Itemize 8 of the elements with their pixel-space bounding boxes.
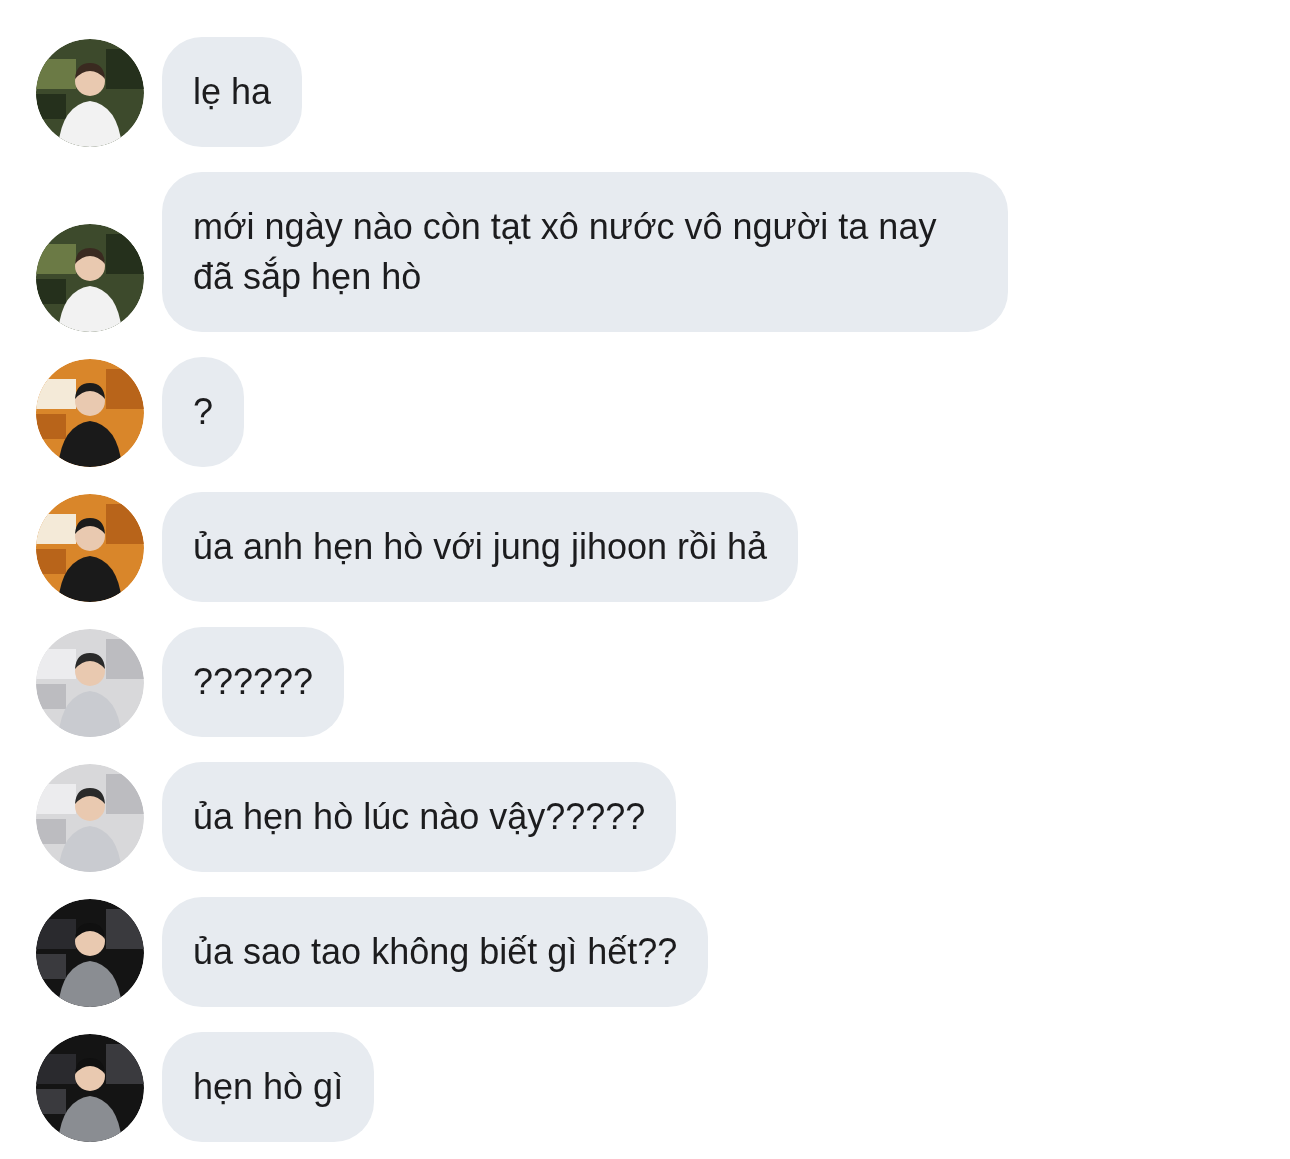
message-bubble: ? [162, 357, 245, 467]
message-bubble: ủa hẹn hò lúc nào vậy????? [162, 762, 677, 872]
message-bubble: mới ngày nào còn tạt xô nước vô người ta nay đã sắp hẹn hò [162, 172, 1008, 332]
message-bubble: ủa sao tao không biết gì hết?? [162, 897, 709, 1007]
message-bubble: hẹn hò gì [162, 1032, 375, 1142]
message-bubble: ?????? [162, 627, 345, 737]
message-bubble: ủa anh hẹn hò với jung jihoon rồi hả [162, 492, 799, 602]
message-bubble: lẹ ha [162, 37, 303, 147]
